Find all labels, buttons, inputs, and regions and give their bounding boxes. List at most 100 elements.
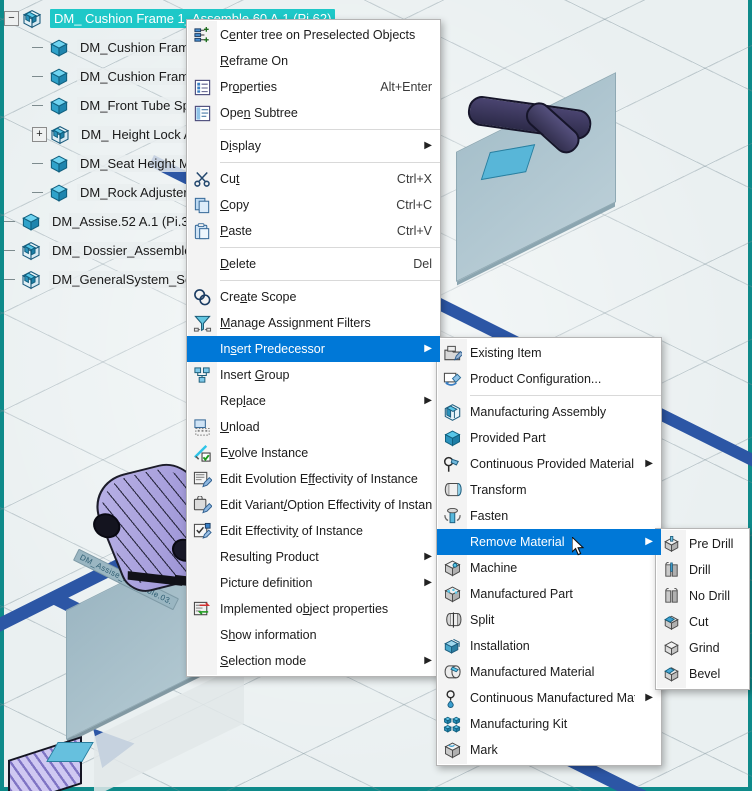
drill-icon xyxy=(661,560,681,580)
menu-item[interactable]: Show information xyxy=(187,622,440,648)
menu-item[interactable]: Transform xyxy=(437,477,661,503)
remove-material-submenu[interactable]: Pre Drill Drill No Drill Cut Grind Bevel xyxy=(655,528,750,690)
tree-connector xyxy=(4,279,15,280)
edit-evolution-icon xyxy=(192,469,212,489)
tree-connector xyxy=(32,192,43,193)
copy-icon xyxy=(192,195,212,215)
properties-icon xyxy=(192,77,212,97)
menu-item[interactable]: Machine xyxy=(437,555,661,581)
menu-item[interactable]: Split xyxy=(437,607,661,633)
menu-item[interactable]: Copy Ctrl+C xyxy=(187,192,440,218)
menu-item-label: Remove Material xyxy=(470,535,565,549)
transform-icon xyxy=(442,480,462,500)
menu-item-label: Manufacturing Assembly xyxy=(470,405,607,419)
menu-item[interactable]: Pre Drill xyxy=(656,531,749,557)
bevel-icon xyxy=(661,664,681,684)
menu-item-label: Manufactured Material xyxy=(470,665,595,679)
tree-connector xyxy=(32,105,43,106)
menu-item[interactable]: Edit Variant/Option Effectivity of Insta… xyxy=(187,492,440,518)
menu-item[interactable]: Edit Evolution Effectivity of Instance xyxy=(187,466,440,492)
menu-item[interactable]: Unload xyxy=(187,414,440,440)
menu-item[interactable]: Edit Effectivity of Instance xyxy=(187,518,440,544)
menu-item[interactable]: Display ▶ xyxy=(187,133,440,159)
menu-item[interactable]: Insert Predecessor ▶ xyxy=(187,336,440,362)
menu-item[interactable]: Manufactured Part xyxy=(437,581,661,607)
menu-item[interactable]: Reframe On xyxy=(187,48,440,74)
menu-item[interactable]: Continuous Provided Material ▶ xyxy=(437,451,661,477)
menu-item[interactable]: Mark xyxy=(437,737,661,763)
menu-item[interactable]: Implemented object properties xyxy=(187,596,440,622)
menu-item-label: Delete xyxy=(220,257,257,271)
chevron-right-icon: ▶ xyxy=(424,395,432,406)
part-cube-icon xyxy=(48,66,70,88)
menu-item-label: Copy xyxy=(220,198,250,212)
menu-item[interactable]: Insert Group xyxy=(187,362,440,388)
menu-item-label: Cut xyxy=(220,172,240,186)
tree-node-label: DM_ Height Lock A xyxy=(78,126,196,143)
menu-item[interactable]: Installation xyxy=(437,633,661,659)
chevron-right-icon: ▶ xyxy=(424,655,432,666)
menu-item[interactable]: Provided Part xyxy=(437,425,661,451)
menu-item-label: Paste xyxy=(220,224,252,238)
spec-tree-context-menu[interactable]: Center tree on Preselected Objects Refram… xyxy=(186,19,441,677)
insert-predecessor-submenu[interactable]: Existing Item Product Configuration... Man… xyxy=(436,337,662,766)
tree-node-label: DM_Cushion Frame xyxy=(77,68,200,85)
menu-item[interactable]: Selection mode ▶ xyxy=(187,648,440,674)
mouse-cursor xyxy=(572,537,586,557)
menu-item[interactable]: Bevel xyxy=(656,661,749,687)
menu-item[interactable]: Cut xyxy=(656,609,749,635)
no-drill-icon xyxy=(661,586,681,606)
menu-item-label: Implemented object properties xyxy=(220,602,389,616)
mark-icon xyxy=(442,740,462,760)
menu-item[interactable]: Delete Del xyxy=(187,251,440,277)
machine-icon xyxy=(442,558,462,578)
continuous-provided-material-icon xyxy=(442,454,462,474)
menu-item[interactable]: Paste Ctrl+V xyxy=(187,218,440,244)
menu-item-label: Open Subtree xyxy=(220,106,298,120)
menu-item-label: Bevel xyxy=(689,667,721,681)
create-scope-icon xyxy=(192,287,212,307)
menu-item[interactable]: Open Subtree xyxy=(187,100,440,126)
menu-item[interactable]: Properties Alt+Enter xyxy=(187,74,440,100)
menu-item-shortcut: Ctrl+V xyxy=(396,224,432,238)
menu-item[interactable]: Picture definition ▶ xyxy=(187,570,440,596)
menu-item[interactable]: Existing Item xyxy=(437,340,661,366)
menu-item[interactable]: Manufacturing Assembly xyxy=(437,399,661,425)
menu-item[interactable]: Product Configuration... xyxy=(437,366,661,392)
menu-item-label: Mark xyxy=(470,743,498,757)
tree-expander-collapse[interactable]: − xyxy=(4,11,19,26)
menu-item[interactable]: Manage Assignment Filters xyxy=(187,310,440,336)
part-cube-icon xyxy=(48,37,70,59)
menu-item[interactable]: Center tree on Preselected Objects xyxy=(187,22,440,48)
menu-item[interactable]: Cut Ctrl+X xyxy=(187,166,440,192)
menu-item[interactable]: Fasten xyxy=(437,503,661,529)
menu-item-shortcut: Ctrl+X xyxy=(396,172,432,186)
menu-item-shortcut: Alt+Enter xyxy=(380,80,432,94)
menu-item[interactable]: Manufactured Material xyxy=(437,659,661,685)
tree-expander-expand[interactable]: + xyxy=(32,127,47,142)
menu-item-label: Properties xyxy=(220,80,277,94)
menu-item[interactable]: Resulting Product ▶ xyxy=(187,544,440,570)
machine-model-corner[interactable] xyxy=(4,735,94,791)
tree-connector xyxy=(32,76,43,77)
menu-item[interactable]: Evolve Instance xyxy=(187,440,440,466)
filter-icon xyxy=(192,313,212,333)
menu-item[interactable]: Manufacturing Kit xyxy=(437,711,661,737)
menu-item-label: Create Scope xyxy=(220,290,297,304)
menu-item-label: Fasten xyxy=(470,509,509,523)
menu-item[interactable]: Drill xyxy=(656,557,749,583)
menu-item[interactable]: No Drill xyxy=(656,583,749,609)
menu-item-label: No Drill xyxy=(689,589,730,603)
menu-item[interactable]: Remove Material ▶ xyxy=(437,529,661,555)
scissors-icon xyxy=(192,169,212,189)
menu-item[interactable]: Create Scope xyxy=(187,284,440,310)
manufactured-material-icon xyxy=(442,662,462,682)
menu-item[interactable]: Replace ▶ xyxy=(187,388,440,414)
menu-item[interactable]: Continuous Manufactured Material ▶ xyxy=(437,685,661,711)
chevron-right-icon: ▶ xyxy=(424,343,432,354)
product-configuration-icon xyxy=(442,369,462,389)
menu-item-label: Machine xyxy=(470,561,518,575)
part-cube-icon xyxy=(48,182,70,204)
menu-item[interactable]: Grind xyxy=(656,635,749,661)
menu-item-label: Grind xyxy=(689,641,720,655)
